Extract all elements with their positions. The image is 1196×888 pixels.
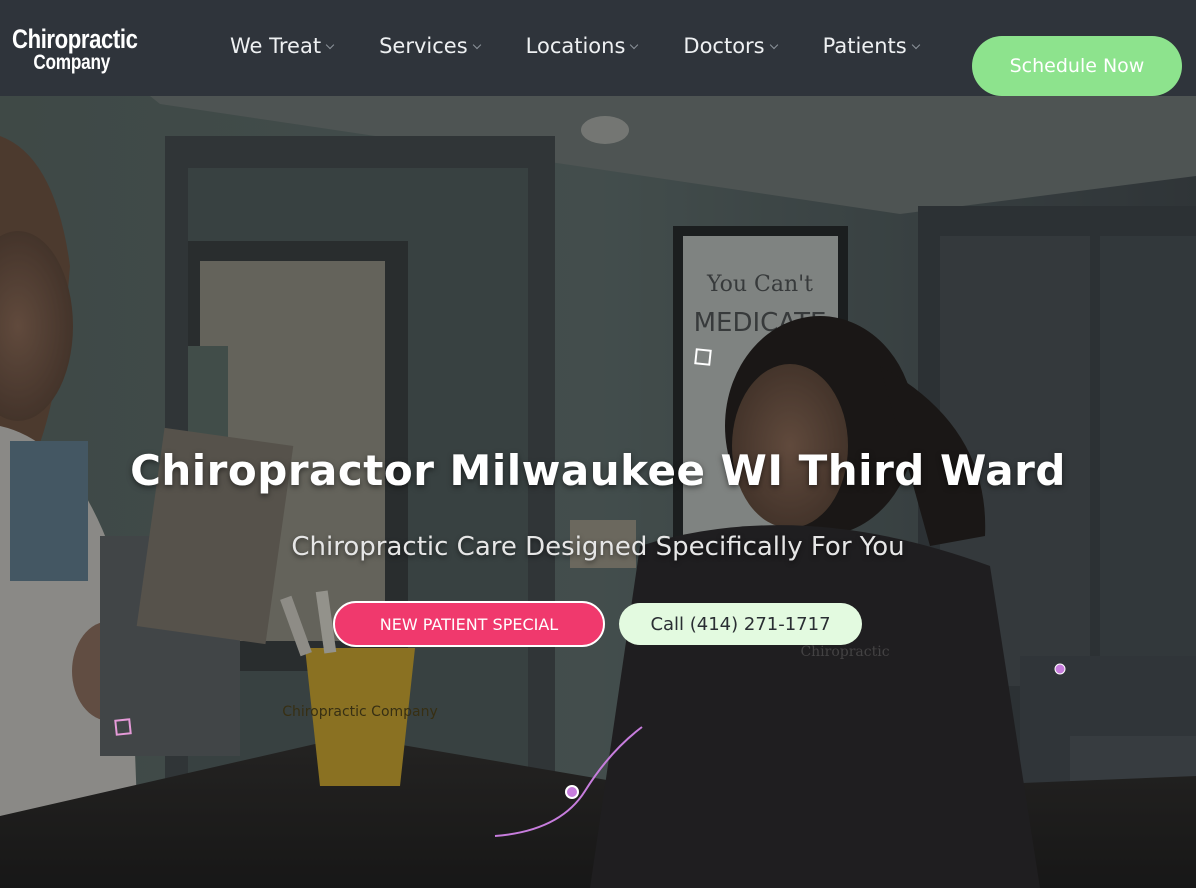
site-logo[interactable]: Chiropractic Company <box>12 24 138 74</box>
nav-item-patients[interactable]: Patients <box>822 34 920 58</box>
page: Chiropractic Company We Treat Services L… <box>0 0 1196 888</box>
main-nav: We Treat Services Locations Doctors Pati… <box>230 34 965 58</box>
site-header: Chiropractic Company We Treat Services L… <box>0 0 1196 96</box>
chevron-down-icon <box>630 40 639 50</box>
nav-item-label: Doctors <box>683 34 765 58</box>
new-patient-special-button[interactable]: NEW PATIENT SPECIAL <box>333 601 605 647</box>
nav-item-doctors[interactable]: Doctors <box>683 34 778 58</box>
decorative-square-icon <box>694 348 712 366</box>
decorative-square-icon <box>114 718 132 736</box>
logo-line-1: Chiropractic <box>12 24 138 54</box>
hero-title: Chiropractor Milwaukee WI Third Ward <box>130 446 1066 495</box>
chevron-down-icon <box>472 40 481 50</box>
decorative-dot-icon <box>1054 663 1066 675</box>
nav-item-label: We Treat <box>230 34 322 58</box>
nav-item-we-treat[interactable]: We Treat <box>230 34 335 58</box>
chevron-down-icon <box>325 40 335 50</box>
schedule-now-button[interactable]: Schedule Now <box>972 36 1182 96</box>
logo-line-2: Company <box>33 51 111 74</box>
nav-item-label: Patients <box>822 34 907 58</box>
hero-subtitle: Chiropractic Care Designed Specifically … <box>291 532 905 562</box>
call-phone-button[interactable]: Call (414) 271-1717 <box>619 603 862 645</box>
nav-item-locations[interactable]: Locations <box>525 34 639 58</box>
nav-item-services[interactable]: Services <box>379 34 481 58</box>
nav-item-label: Services <box>379 34 468 58</box>
decorative-curve-icon <box>494 726 643 837</box>
nav-item-label: Locations <box>525 34 626 58</box>
hero-section: You Can't MEDICATE Chiropractic Company … <box>0 96 1196 888</box>
chevron-down-icon <box>769 40 778 50</box>
chevron-down-icon <box>911 40 920 50</box>
